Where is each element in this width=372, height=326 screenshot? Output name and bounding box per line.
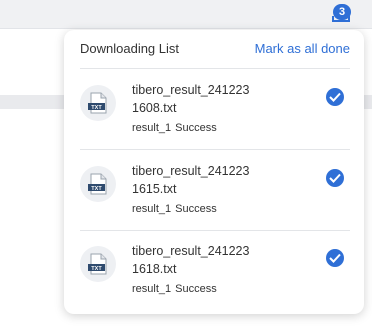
check-circle-icon — [326, 88, 344, 106]
panel-title: Downloading List — [80, 41, 180, 56]
status-text: Success — [175, 283, 217, 295]
file-name: tibero_result_2412231608.txt — [132, 83, 250, 115]
txt-file-icon: TXT — [80, 246, 116, 282]
result-label: result_1 — [132, 203, 172, 215]
svg-text:TXT: TXT — [91, 186, 102, 192]
check-circle-icon — [326, 249, 344, 267]
status-text: Success — [175, 122, 217, 134]
download-item[interactable]: TXT tibero_result_2412231608.txt result_… — [80, 69, 350, 150]
status-line: result_1 Success — [132, 203, 217, 215]
mark-all-done-link[interactable]: Mark as all done — [255, 41, 350, 56]
svg-text:TXT: TXT — [91, 266, 102, 272]
txt-file-icon: TXT — [80, 166, 116, 202]
download-item[interactable]: TXT tibero_result_2412231618.txt result_… — [80, 230, 350, 310]
result-label: result_1 — [132, 122, 172, 134]
downloading-list-panel: Downloading List Mark as all done TXT ti… — [64, 30, 364, 314]
status-line: result_1 Success — [132, 283, 217, 295]
result-label: result_1 — [132, 283, 172, 295]
status-text: Success — [175, 203, 217, 215]
svg-text:TXT: TXT — [91, 105, 102, 111]
top-toolbar — [0, 0, 372, 29]
download-count-badge: 3 — [333, 4, 351, 20]
download-item[interactable]: TXT tibero_result_2412231615.txt result_… — [80, 150, 350, 231]
panel-header: Downloading List Mark as all done — [80, 30, 350, 69]
file-name: tibero_result_2412231615.txt — [132, 164, 250, 196]
txt-file-icon: TXT — [80, 85, 116, 121]
check-circle-icon — [326, 169, 344, 187]
file-name: tibero_result_2412231618.txt — [132, 244, 250, 276]
status-line: result_1 Success — [132, 122, 217, 134]
